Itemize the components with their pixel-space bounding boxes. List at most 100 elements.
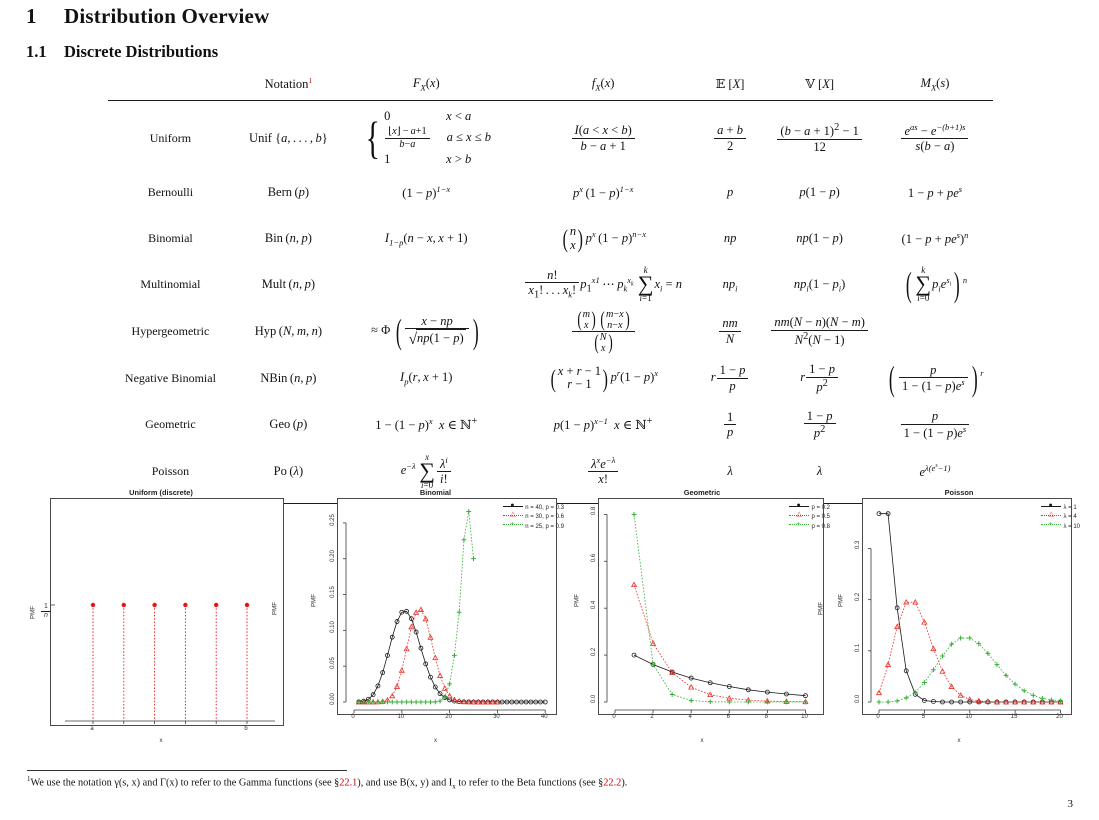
dist-pdf: (m x)(m−x n−x)(Nx): [509, 308, 698, 355]
dist-mgf: p1 − (1 − p)es: [877, 402, 993, 448]
table-row: Multinomial Mult (n, p) n! x1! . . . xk! p…: [108, 262, 993, 308]
y-tick-label: 0.25: [330, 514, 336, 526]
dist-mgf: [877, 308, 993, 355]
y-tick-label: 0.6: [591, 554, 597, 563]
section-title: Distribution Overview: [64, 4, 270, 28]
legend-label: λ = 4: [1063, 514, 1077, 521]
table-row: Hypergeometric Hyp (N, m, n) ≈ Φ (x − np…: [108, 308, 993, 355]
table-row: Uniform Unif {a, . . . , b} { 0x < a ⌊x⌋…: [108, 107, 993, 170]
dist-pdf: I(a < x < b) b − a + 1: [509, 107, 698, 170]
legend-item: △ p = 0.5: [789, 511, 830, 520]
dist-notation: Mult (n, p): [261, 277, 316, 292]
footnote-text-4: ).: [621, 777, 628, 789]
dist-notation: Geo (p): [269, 417, 308, 432]
x-tick-label: 10: [397, 714, 405, 720]
dist-notation: Unif {a, . . . , b}: [249, 130, 328, 145]
legend-item: △ λ = 4: [1041, 511, 1080, 520]
col-header-variance: 𝕍 [X]: [805, 77, 835, 92]
subsection-heading: 1.1 Discrete Distributions: [26, 42, 218, 62]
dist-name: Hypergeometric: [131, 323, 210, 338]
x-tick-label: b: [244, 726, 248, 732]
legend-swatch: △: [503, 511, 524, 519]
dist-variance: p(1 − p): [799, 185, 840, 200]
dist-notation: Bin (n, p): [264, 231, 312, 246]
x-tick-label: 10: [965, 714, 973, 720]
legend-item: ● n = 40, p = 0.3: [503, 502, 564, 511]
x-tick-label: 40: [540, 714, 548, 720]
footnote-link-22-2[interactable]: 22.2: [603, 777, 621, 788]
footnote-text-1: We use the notation γ(s, x) and Γ(x) to …: [30, 777, 340, 789]
dist-variance: np(1 − p): [796, 231, 843, 246]
col-header-cdf: FX(x): [412, 76, 440, 93]
y-axis-label: PMF: [837, 593, 845, 608]
table-body: Uniform Unif {a, . . . , b} { 0x < a ⌊x⌋…: [108, 107, 993, 504]
x-tick-label: 20: [1056, 714, 1063, 720]
y-tick-label: 0.2: [855, 592, 861, 601]
x-tick-label: 15: [1010, 714, 1018, 720]
table-row: Negative Binomial NBin (n, p) Ip(r, x + …: [108, 355, 993, 402]
table-header: Notation1 FX(x) fX(x) 𝔼 [X] 𝕍 [X] MX(s): [108, 76, 993, 107]
plot-title: Poisson: [944, 488, 974, 497]
plot-poisson: Poisson PMF x ● λ = 1 △ λ = 4 + λ = 10 0 5 10 15…: [836, 487, 1082, 755]
plot-geometric: Geometric PMF x ● p = 0.2 △ p = 0.5 + p = 0.8…: [568, 487, 836, 755]
dist-pdf: p(1 − p)x−1 x ∈ ℕ+: [553, 416, 653, 433]
legend-label: p = 0.2: [811, 505, 830, 511]
legend-swatch: ●: [789, 502, 810, 510]
dist-pdf: px (1 − p)1−x: [572, 184, 634, 201]
plot-panel: [50, 498, 284, 726]
subsection-title: Discrete Distributions: [64, 42, 219, 61]
plot-binomial: Binomial PMF x ● n = 40, p = 0.3 △ n = 30, …: [303, 487, 568, 755]
dist-cdf: 1 − (1 − p)x x ∈ ℕ+: [375, 416, 478, 433]
dist-mean: nm N: [698, 308, 763, 355]
plot-canvas: [51, 602, 275, 724]
subsection-number: 1.1: [26, 42, 47, 61]
footnote-text-3: to refer to the Beta functions (see §: [455, 777, 604, 789]
table-row: Geometric Geo (p) 1 − (1 − p)x x ∈ ℕ+ p(…: [108, 402, 993, 448]
x-tick-label: 0: [351, 714, 355, 720]
legend-item: ● p = 0.2: [789, 502, 830, 511]
dist-mean: a + b2: [698, 107, 763, 170]
plot-uniform: Uniform (discrete) PMF 1n x a b: [22, 487, 300, 755]
dist-cdf: (1 − p)1−x: [402, 184, 451, 201]
y-axis-label: PMF: [310, 593, 318, 608]
dist-mgf: 1 − p + pes: [907, 184, 963, 201]
section-number: 1: [26, 4, 37, 28]
legend-item: + n = 25, p = 0.9: [503, 521, 564, 530]
col-header-mean: 𝔼 [X]: [715, 77, 745, 92]
plot-canvas: [343, 509, 548, 713]
dist-variance: npi(1 − pi): [793, 276, 846, 294]
plot-legend: ● n = 40, p = 0.3 △ n = 30, p = 0.6 + n = 25,…: [503, 502, 564, 530]
y-tick-label: 0.1: [855, 643, 861, 652]
distributions-table-wrapper: Notation1 FX(x) fX(x) 𝔼 [X] 𝕍 [X] MX(s) …: [108, 76, 993, 504]
x-tick-label: 5: [921, 714, 926, 720]
dist-mean: np: [723, 231, 737, 246]
dist-name: Binomial: [148, 231, 193, 246]
x-tick-label: 8: [764, 714, 769, 720]
legend-item: + p = 0.8: [789, 521, 830, 530]
dist-pdf: n! x1! . . . xk! p1x1 ⋯ pkxk k ∑ i=1 xi = n: [509, 262, 698, 308]
footnote-link-22-1[interactable]: 22.1: [339, 777, 357, 788]
dist-mean: 1p: [698, 402, 763, 448]
dist-name: Uniform: [149, 130, 192, 145]
dist-notation: Hyp (N, m, n): [254, 323, 323, 338]
legend-label: p = 0.8: [811, 523, 830, 530]
dist-name: Negative Binomial: [124, 370, 216, 385]
dist-pdf: (x + r − 1r − 1) pr(1 − p)x: [550, 363, 659, 393]
y-tick-label: 0.3: [855, 541, 861, 550]
x-tick-label: 0: [876, 714, 880, 720]
dist-variance: (b − a + 1)2 − 1 12: [762, 107, 877, 170]
distributions-table: Notation1 FX(x) fX(x) 𝔼 [X] 𝕍 [X] MX(s) …: [108, 76, 993, 504]
x-tick-label: 20: [445, 714, 452, 720]
dist-cdf: Ip(r, x + 1): [400, 370, 453, 387]
legend-item: △ n = 30, p = 0.6: [503, 511, 564, 520]
col-header-name: [108, 76, 233, 100]
plot-legend: ● p = 0.2 △ p = 0.5 + p = 0.8: [789, 502, 830, 530]
dist-cdf: I1−p(n − x, x + 1): [384, 230, 468, 248]
dist-mean: p: [726, 185, 734, 200]
plot-title: Binomial: [419, 488, 452, 497]
y-tick-label: 0.2: [591, 647, 597, 657]
footnote-marker-ref: 1: [308, 76, 313, 86]
x-tick-label: 4: [688, 714, 692, 720]
legend-swatch: +: [1041, 521, 1062, 529]
dist-cdf: { 0x < a ⌊x⌋ − a+1 b−a a ≤ x ≤ b 1x > b: [365, 108, 491, 167]
